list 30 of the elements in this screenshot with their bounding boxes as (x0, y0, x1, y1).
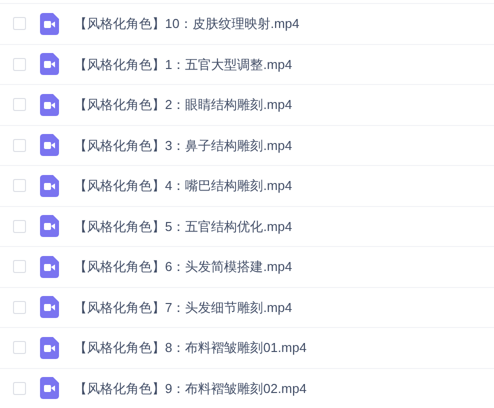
file-name[interactable]: 【风格化角色】9：布料褶皱雕刻02.mp4 (74, 378, 307, 398)
file-name[interactable]: 【风格化角色】3：鼻子结构雕刻.mp4 (74, 136, 292, 155)
file-name[interactable]: 【风格化角色】7：头发细节雕刻.mp4 (74, 298, 292, 317)
checkbox[interactable] (13, 341, 26, 354)
file-name[interactable]: 【风格化角色】4：嘴巴结构雕刻.mp4 (74, 176, 292, 196)
video-file-icon (40, 256, 59, 278)
video-file-icon (40, 174, 59, 197)
file-name[interactable]: 【风格化角色】6：头发简模搭建.mp4 (74, 257, 292, 276)
video-file-icon (40, 215, 59, 238)
checkbox[interactable] (13, 98, 26, 112)
video-file-icon (40, 134, 59, 156)
file-name[interactable]: 【风格化角色】8：布料褶皱雕刻01.mp4 (74, 338, 307, 358)
video-file-icon (40, 296, 59, 318)
file-name[interactable]: 【风格化角色】2：眼睛结构雕刻.mp4 (74, 95, 292, 114)
video-file-icon (40, 53, 59, 76)
file-name[interactable]: 【风格化角色】5：五官结构优化.mp4 (74, 216, 292, 236)
file-name[interactable]: 【风格化角色】10：皮肤纹理映射.mp4 (74, 14, 300, 34)
checkbox[interactable] (13, 179, 26, 192)
checkbox[interactable] (13, 382, 26, 395)
checkbox[interactable] (13, 58, 26, 71)
checkbox[interactable] (13, 300, 26, 314)
checkbox[interactable] (13, 138, 26, 152)
file-name[interactable]: 【风格化角色】1：五官大型调整.mp4 (74, 54, 292, 74)
video-file-icon (40, 336, 59, 359)
checkbox[interactable] (13, 17, 26, 30)
checkbox[interactable] (13, 220, 26, 233)
video-file-icon (40, 12, 59, 35)
checkbox[interactable] (13, 260, 26, 274)
video-file-icon (40, 377, 59, 400)
video-file-icon (40, 94, 59, 116)
